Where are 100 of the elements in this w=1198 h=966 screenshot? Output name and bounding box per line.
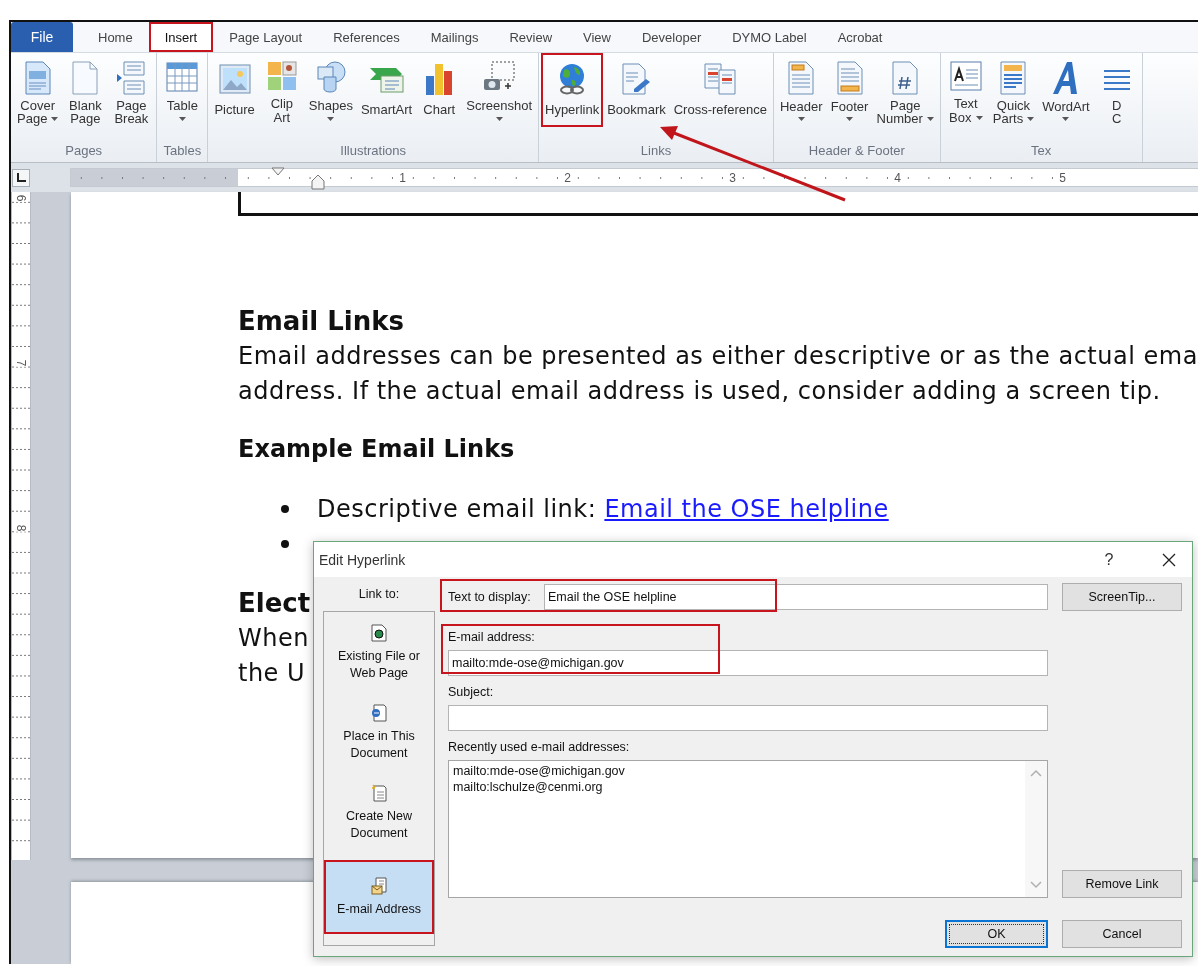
shapes-icon <box>314 61 347 94</box>
recent-address-item[interactable]: mailto:mde-ose@michigan.gov <box>453 763 1021 779</box>
bar-chart-icon <box>424 62 455 96</box>
ribbon-button[interactable]: Page Break <box>108 53 155 127</box>
ribbon-tab[interactable]: Insert <box>148 22 214 52</box>
help-button[interactable]: ? <box>1086 544 1132 575</box>
scrollbar[interactable] <box>1025 761 1047 897</box>
email-link[interactable]: Email the OSE helpline <box>604 494 889 523</box>
ribbon-button[interactable]: WordArt <box>1038 53 1094 127</box>
ribbon-button[interactable]: D C <box>1093 53 1140 127</box>
ribbon-button[interactable]: Bookmark <box>603 53 670 127</box>
section-heading: Elect <box>238 587 311 620</box>
text-to-display-field[interactable]: Email the OSE helpline <box>544 584 1048 610</box>
field-label: E-mail address: <box>448 629 536 646</box>
ribbon-button[interactable]: Chart <box>416 53 463 127</box>
clip-art-icon <box>266 61 297 92</box>
tab-stop-button[interactable] <box>12 168 30 187</box>
ribbon-button[interactable]: Text Box <box>942 53 989 127</box>
caret-icon <box>926 116 934 121</box>
link-type-item[interactable]: Place in This Document <box>324 700 434 766</box>
link-type-item[interactable]: Existing File or Web Page <box>324 620 434 686</box>
ribbon-button[interactable]: Header <box>775 53 827 127</box>
subheading: Example Email Links <box>238 434 515 465</box>
page-number-icon <box>891 61 920 95</box>
body-paragraph: When the U <box>238 623 309 689</box>
caret-icon <box>846 117 854 121</box>
ribbon-button[interactable]: Clip Art <box>258 53 305 127</box>
ruler-number: 7 <box>15 359 27 367</box>
ribbon-button[interactable]: Picture <box>210 53 259 127</box>
field-label: Text to display: <box>448 590 532 604</box>
ruler-number: 5 <box>1059 171 1066 184</box>
ruler-number: 2 <box>564 171 571 184</box>
caret-icon <box>1027 116 1035 121</box>
group-label: Tex <box>1030 142 1053 160</box>
ribbon-button[interactable]: Hyperlink <box>541 53 604 127</box>
group-label: Header & Footer <box>807 142 906 160</box>
bullet-icon <box>281 504 289 513</box>
ribbon-tab[interactable]: Review <box>494 22 567 52</box>
email-address-field[interactable]: mailto:mde-ose@michigan.gov <box>448 650 1048 676</box>
bullet-icon <box>281 539 289 548</box>
caret-icon <box>797 117 805 121</box>
ok-button[interactable]: OK <box>945 920 1048 948</box>
ruler-number: 6 <box>15 194 27 202</box>
page-break-icon <box>116 61 147 95</box>
caret-icon <box>495 117 503 121</box>
group-label: Tables <box>162 142 203 160</box>
chevron-up-icon <box>1030 769 1042 777</box>
ribbon-tab[interactable]: Page Layout <box>214 22 318 52</box>
dialog-title: Edit Hyperlink <box>319 551 407 568</box>
text-box-icon <box>949 61 982 92</box>
table-icon <box>166 62 199 93</box>
caret-icon <box>51 116 59 121</box>
ribbon-button[interactable]: Cross-reference <box>669 53 771 127</box>
ribbon-button[interactable]: SmartArt <box>356 53 417 127</box>
document-globe-icon <box>371 624 387 642</box>
ribbon-button[interactable]: Page Number <box>872 53 938 127</box>
indent-marker-icon[interactable] <box>311 174 325 190</box>
group-label: Illustrations <box>339 142 408 160</box>
list-item-text: Descriptive email link: Email the OSE helpline <box>317 494 889 523</box>
remove-link-button[interactable]: Remove Link <box>1062 870 1182 898</box>
recent-address-item[interactable]: mailto:lschulze@cenmi.org <box>453 779 1021 795</box>
ruler-number: 1 <box>399 171 406 184</box>
ribbon-tab[interactable]: Acrobat <box>822 22 898 52</box>
screentip-button[interactable]: ScreenTip... <box>1062 583 1182 611</box>
link-type-item[interactable]: Create New Document <box>324 780 434 846</box>
page-header-icon <box>787 61 816 95</box>
field-label: Recently used e-mail addresses: <box>448 739 631 756</box>
page-footer-icon <box>835 61 864 95</box>
ribbon-button[interactable]: Blank Page <box>62 53 109 127</box>
ribbon-tab[interactable]: View <box>568 22 626 52</box>
ribbon-button[interactable]: Cover Page <box>13 53 63 127</box>
ribbon-tab[interactable]: DYMO Label <box>717 22 822 52</box>
documents-icon <box>703 63 738 95</box>
body-paragraph: Email addresses can be presented as either descriptive or as the actual ema address. If the actual email address is used, consider adding a screen tip. <box>238 341 1198 407</box>
caret-icon <box>1062 117 1070 121</box>
ribbon-tab[interactable]: Developer <box>626 22 717 52</box>
ruler-number: 3 <box>729 171 736 184</box>
quick-parts-icon <box>999 61 1028 95</box>
group-label: Links <box>639 142 673 160</box>
link-type-item[interactable]: E-mail Address <box>324 860 434 934</box>
caret-icon <box>975 115 983 120</box>
file-tab[interactable]: File <box>11 22 73 52</box>
picture-icon <box>218 64 251 94</box>
ribbon-button[interactable]: Table <box>159 53 206 127</box>
ribbon-tab[interactable]: Mailings <box>415 22 494 52</box>
section-heading: Email Links <box>238 305 405 338</box>
indent-marker-icon[interactable] <box>271 167 285 176</box>
ribbon-tab[interactable]: Home <box>83 22 148 52</box>
subject-field[interactable] <box>448 705 1048 731</box>
new-document-icon <box>371 784 387 802</box>
field-label: Subject: <box>448 684 495 701</box>
caret-icon <box>178 117 186 121</box>
ribbon-button[interactable]: Footer <box>826 53 873 127</box>
ribbon-button[interactable]: Quick Parts <box>988 53 1039 127</box>
ribbon-button[interactable]: Shapes <box>304 53 357 127</box>
tab-stop-icon <box>16 172 26 183</box>
ribbon-button[interactable]: Screenshot <box>462 53 536 127</box>
ribbon-tab[interactable]: References <box>318 22 415 52</box>
group-label: Pages <box>64 142 104 160</box>
cancel-button[interactable]: Cancel <box>1062 920 1182 948</box>
